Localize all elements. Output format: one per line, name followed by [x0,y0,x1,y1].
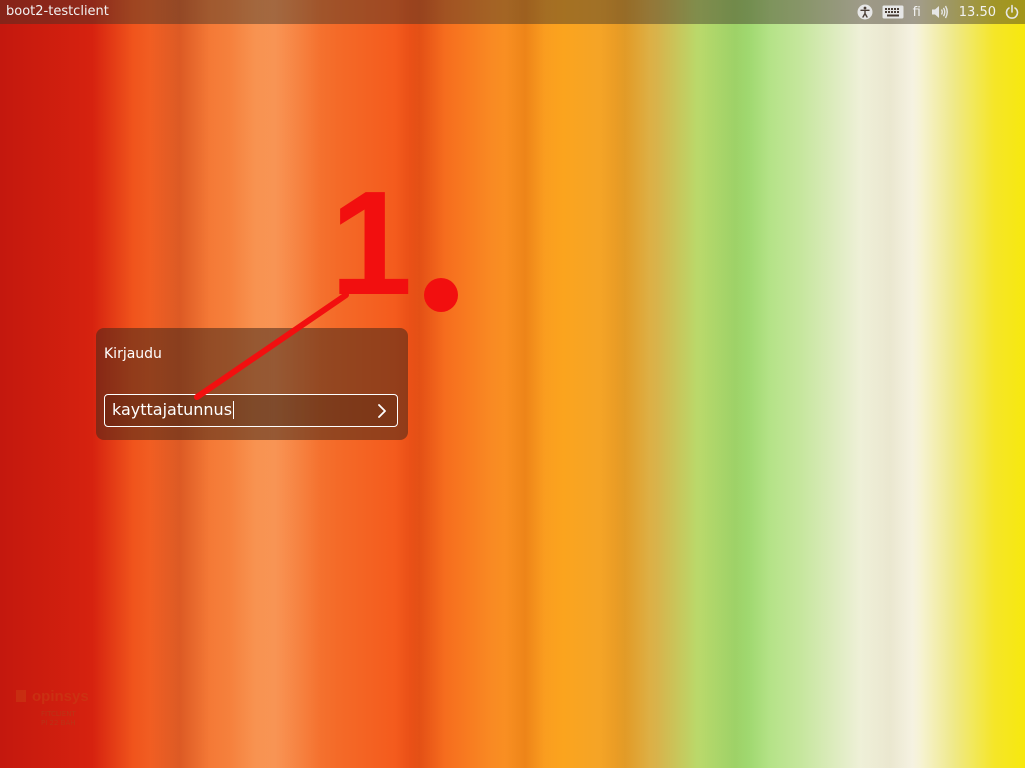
brand-name: opinsys [32,688,89,705]
username-value: kayttajatunnus [112,400,235,419]
brand-subtext-line1: FITCLIENT [41,710,76,718]
accessibility-icon[interactable] [857,4,873,20]
login-title: Kirjaudu [104,346,162,362]
brand-mark-icon [16,690,26,702]
hostname-label: boot2-testclient [6,4,109,19]
keyboard-icon[interactable] [882,5,904,19]
login-panel: Kirjaudu kayttajatunnus [96,328,408,440]
wallpaper-fold [600,0,650,768]
language-indicator[interactable]: fi [913,5,921,20]
wallpaper-fold [700,0,770,768]
wallpaper-fold [860,0,920,768]
top-panel: boot2-testclient fi 13.50 [0,0,1025,24]
power-icon[interactable] [1005,4,1019,20]
annotation-dot [424,278,458,312]
clock-label[interactable]: 13.50 [959,5,996,20]
volume-icon[interactable] [930,4,950,20]
system-tray: fi 13.50 [848,0,1019,24]
brand-subtext-line2: PI 22 BAH [41,719,76,727]
username-input[interactable]: kayttajatunnus [104,394,398,427]
brand-subtext: FITCLIENT PI 22 BAH [41,710,76,728]
wallpaper-fold [505,0,545,768]
annotation-step-digit: 1 [330,161,413,326]
chevron-right-icon[interactable] [377,403,387,423]
